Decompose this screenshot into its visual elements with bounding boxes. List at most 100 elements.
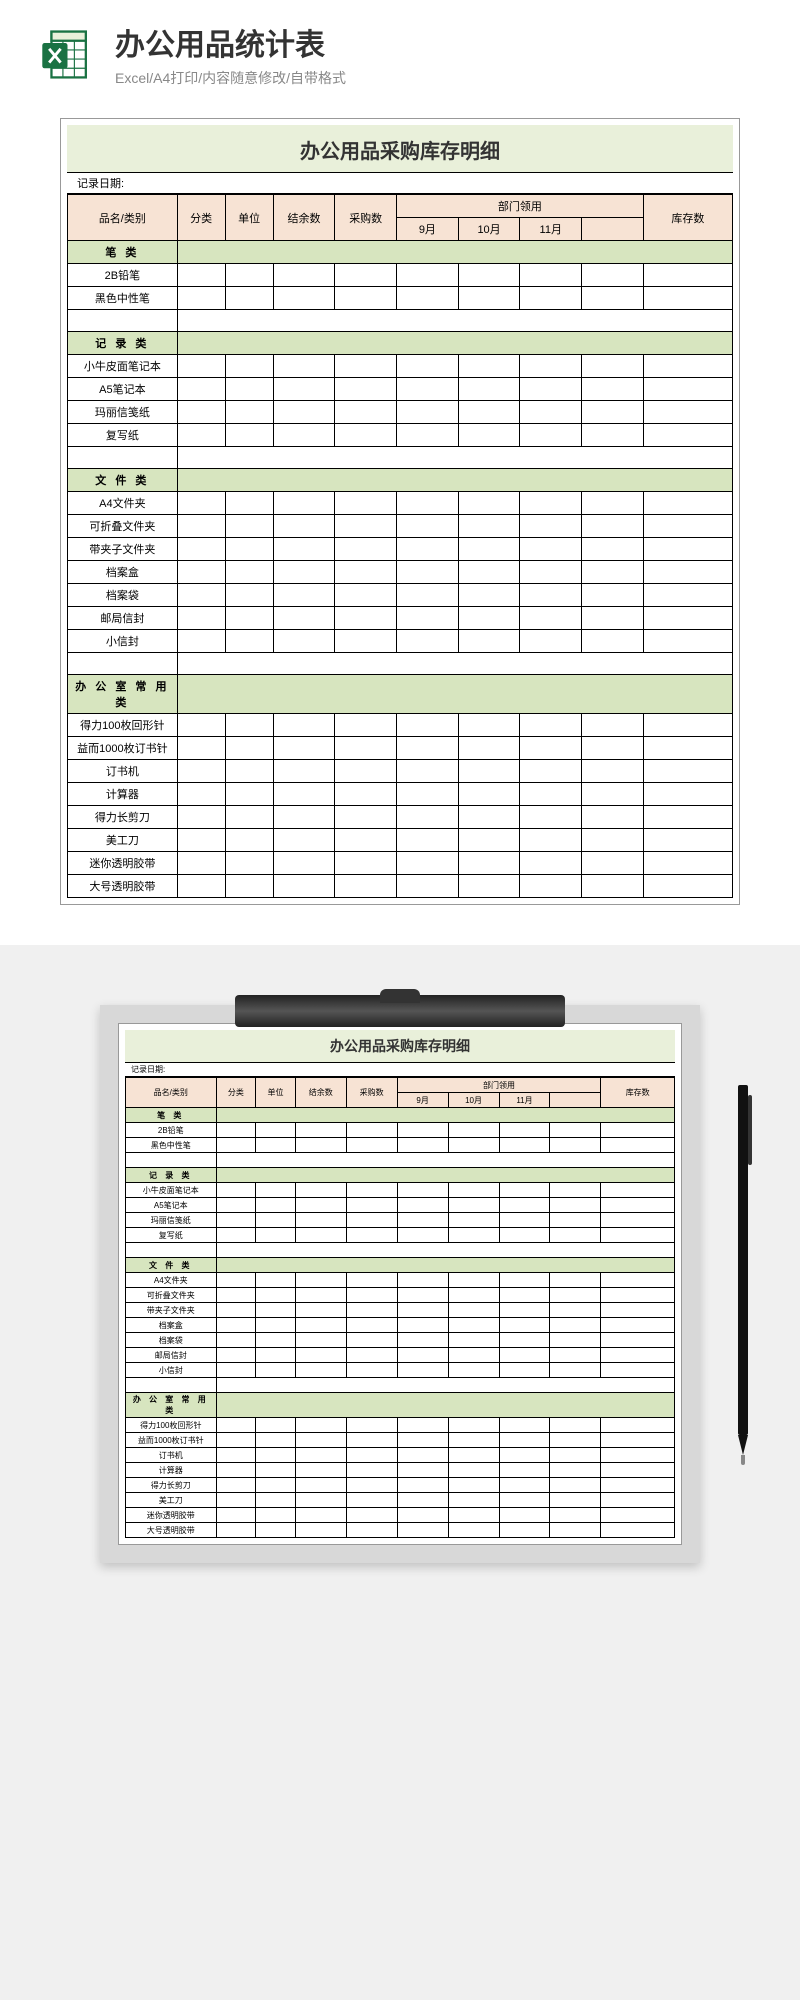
cell[interactable] bbox=[582, 806, 644, 829]
cell[interactable] bbox=[520, 607, 582, 630]
cell[interactable] bbox=[346, 1318, 397, 1333]
cell[interactable] bbox=[499, 1198, 550, 1213]
cell[interactable] bbox=[550, 1493, 601, 1508]
cell[interactable] bbox=[335, 737, 397, 760]
cell[interactable] bbox=[177, 607, 225, 630]
cell[interactable] bbox=[499, 1418, 550, 1433]
cell[interactable] bbox=[273, 424, 335, 447]
cell[interactable] bbox=[520, 561, 582, 584]
cell[interactable] bbox=[295, 1138, 346, 1153]
cell[interactable] bbox=[601, 1418, 675, 1433]
cell[interactable] bbox=[256, 1333, 296, 1348]
cell[interactable] bbox=[582, 584, 644, 607]
cell[interactable] bbox=[550, 1288, 601, 1303]
cell[interactable] bbox=[216, 1418, 256, 1433]
cell[interactable] bbox=[335, 852, 397, 875]
cell[interactable] bbox=[346, 1523, 397, 1538]
cell[interactable] bbox=[225, 852, 273, 875]
cell[interactable] bbox=[256, 1318, 296, 1333]
cell[interactable] bbox=[216, 1508, 256, 1523]
cell[interactable] bbox=[397, 424, 459, 447]
cell[interactable] bbox=[582, 852, 644, 875]
cell[interactable] bbox=[225, 561, 273, 584]
cell[interactable] bbox=[397, 1363, 448, 1378]
cell[interactable] bbox=[582, 607, 644, 630]
cell[interactable] bbox=[177, 737, 225, 760]
cell[interactable] bbox=[458, 760, 520, 783]
cell[interactable] bbox=[458, 401, 520, 424]
cell[interactable] bbox=[177, 783, 225, 806]
cell[interactable] bbox=[550, 1138, 601, 1153]
cell[interactable] bbox=[643, 630, 732, 653]
cell[interactable] bbox=[448, 1228, 499, 1243]
cell[interactable] bbox=[273, 737, 335, 760]
cell[interactable] bbox=[397, 1478, 448, 1493]
cell[interactable] bbox=[273, 515, 335, 538]
cell[interactable] bbox=[643, 401, 732, 424]
cell[interactable] bbox=[499, 1463, 550, 1478]
cell[interactable] bbox=[499, 1273, 550, 1288]
cell[interactable] bbox=[397, 760, 459, 783]
cell[interactable] bbox=[550, 1213, 601, 1228]
cell[interactable] bbox=[601, 1448, 675, 1463]
cell[interactable] bbox=[225, 401, 273, 424]
cell[interactable] bbox=[520, 264, 582, 287]
cell[interactable] bbox=[550, 1303, 601, 1318]
cell[interactable] bbox=[448, 1478, 499, 1493]
cell[interactable] bbox=[225, 806, 273, 829]
cell[interactable] bbox=[499, 1493, 550, 1508]
cell[interactable] bbox=[177, 829, 225, 852]
cell[interactable] bbox=[225, 584, 273, 607]
cell[interactable] bbox=[295, 1303, 346, 1318]
cell[interactable] bbox=[256, 1433, 296, 1448]
cell[interactable] bbox=[643, 287, 732, 310]
cell[interactable] bbox=[216, 1333, 256, 1348]
cell[interactable] bbox=[335, 515, 397, 538]
cell[interactable] bbox=[448, 1418, 499, 1433]
cell[interactable] bbox=[397, 1493, 448, 1508]
cell[interactable] bbox=[177, 760, 225, 783]
cell[interactable] bbox=[346, 1273, 397, 1288]
cell[interactable] bbox=[397, 783, 459, 806]
cell[interactable] bbox=[273, 806, 335, 829]
cell[interactable] bbox=[550, 1273, 601, 1288]
cell[interactable] bbox=[550, 1333, 601, 1348]
cell[interactable] bbox=[256, 1228, 296, 1243]
cell[interactable] bbox=[582, 829, 644, 852]
cell[interactable] bbox=[643, 492, 732, 515]
cell[interactable] bbox=[458, 875, 520, 898]
cell[interactable] bbox=[225, 714, 273, 737]
cell[interactable] bbox=[643, 264, 732, 287]
cell[interactable] bbox=[448, 1213, 499, 1228]
cell[interactable] bbox=[643, 584, 732, 607]
cell[interactable] bbox=[520, 714, 582, 737]
cell[interactable] bbox=[177, 492, 225, 515]
cell[interactable] bbox=[458, 630, 520, 653]
cell[interactable] bbox=[499, 1213, 550, 1228]
cell[interactable] bbox=[643, 760, 732, 783]
cell[interactable] bbox=[520, 806, 582, 829]
cell[interactable] bbox=[643, 515, 732, 538]
cell[interactable] bbox=[458, 806, 520, 829]
cell[interactable] bbox=[397, 630, 459, 653]
cell[interactable] bbox=[448, 1183, 499, 1198]
cell[interactable] bbox=[346, 1363, 397, 1378]
cell[interactable] bbox=[448, 1333, 499, 1348]
cell[interactable] bbox=[346, 1508, 397, 1523]
cell[interactable] bbox=[335, 584, 397, 607]
cell[interactable] bbox=[397, 1183, 448, 1198]
cell[interactable] bbox=[458, 264, 520, 287]
cell[interactable] bbox=[499, 1508, 550, 1523]
cell[interactable] bbox=[177, 584, 225, 607]
cell[interactable] bbox=[458, 561, 520, 584]
cell[interactable] bbox=[225, 355, 273, 378]
cell[interactable] bbox=[448, 1523, 499, 1538]
cell[interactable] bbox=[601, 1463, 675, 1478]
cell[interactable] bbox=[335, 401, 397, 424]
cell[interactable] bbox=[520, 401, 582, 424]
cell[interactable] bbox=[643, 737, 732, 760]
cell[interactable] bbox=[177, 561, 225, 584]
cell[interactable] bbox=[177, 424, 225, 447]
cell[interactable] bbox=[458, 287, 520, 310]
cell[interactable] bbox=[335, 561, 397, 584]
